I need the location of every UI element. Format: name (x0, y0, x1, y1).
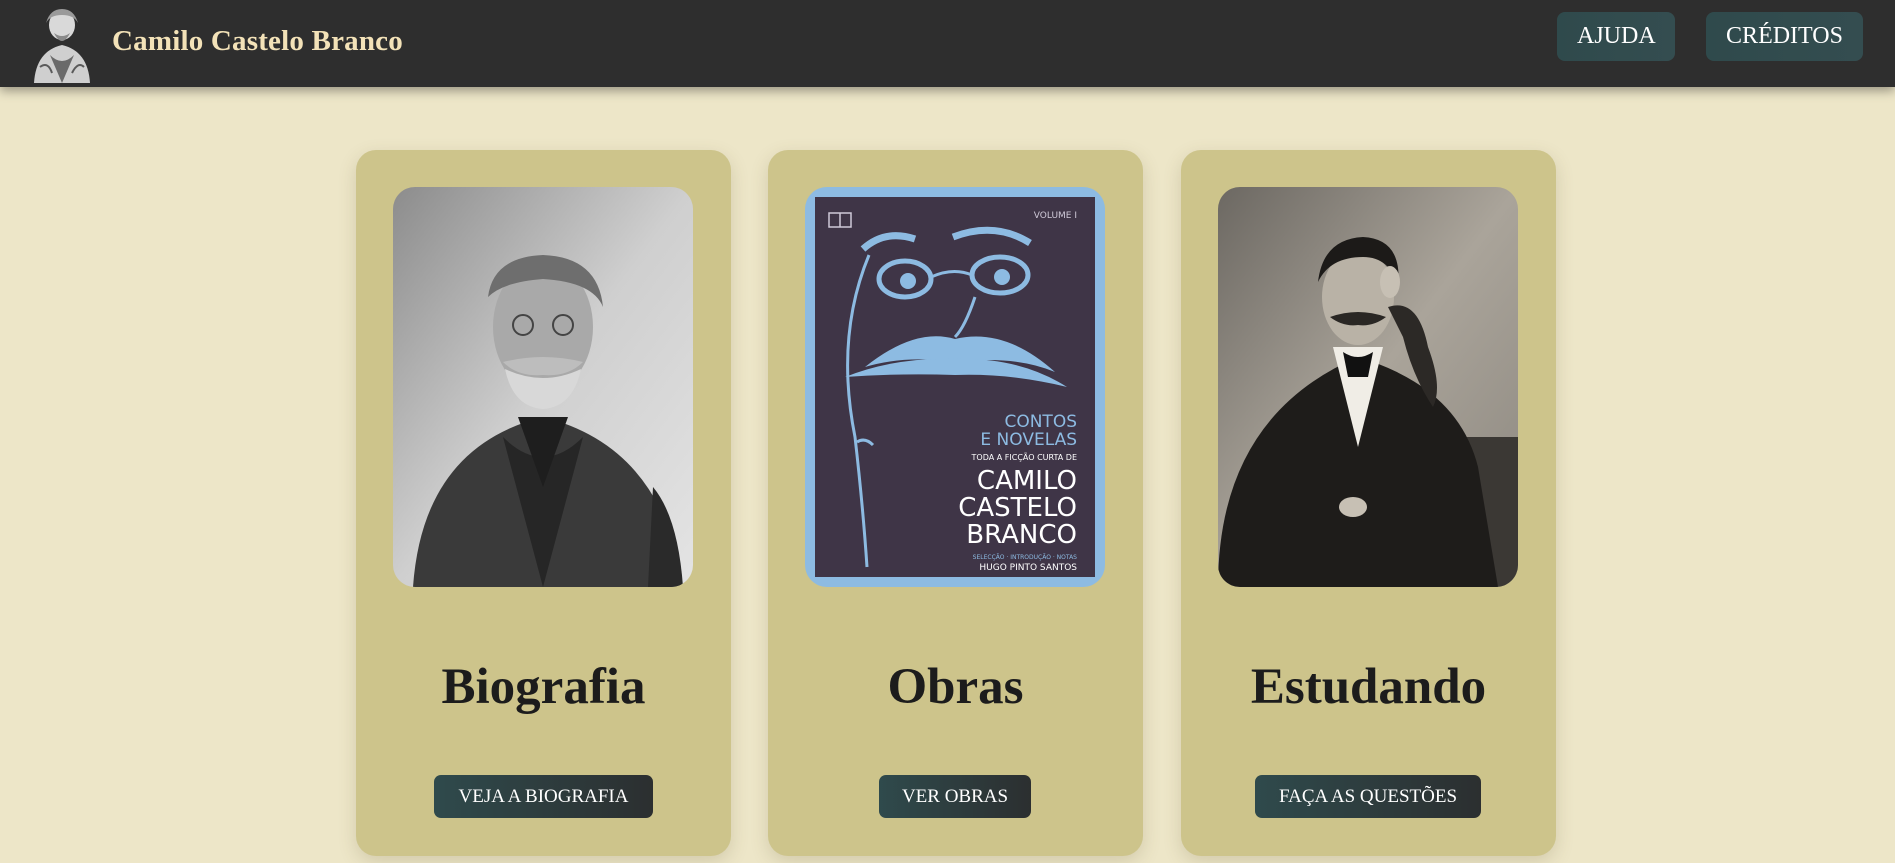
cover-credits: SELECÇÃO · INTRODUÇÃO · NOTAS (973, 554, 1078, 561)
cover-volume: VOLUME I (1034, 211, 1077, 221)
credits-button[interactable]: CRÉDITOS (1706, 12, 1863, 61)
cover-author-line2: CASTELO (958, 493, 1077, 523)
study-card: Estudando FAÇA AS QUESTÕES (1181, 150, 1556, 856)
view-biography-button[interactable]: VEJA A BIOGRAFIA (434, 775, 653, 818)
cover-title-line1: CONTOS (1004, 412, 1077, 432)
biography-card: Biografia VEJA A BIOGRAFIA (356, 150, 731, 856)
top-navbar: Camilo Castelo Branco AJUDA CRÉDITOS (0, 0, 1895, 87)
cover-author-line3: BRANCO (966, 520, 1077, 550)
cover-title-line2: E NOVELAS (980, 430, 1077, 450)
author-seated-elderly-photo (393, 187, 693, 587)
cover-author-line1: CAMILO (977, 466, 1077, 496)
card-title: Estudando (1250, 659, 1487, 715)
book-cover: VOLUME I CONTOS E NOVELAS TODA A FICÇÃO … (805, 187, 1105, 587)
works-card: VOLUME I CONTOS E NOVELAS TODA A FICÇÃO … (768, 150, 1143, 856)
author-young-portrait-photo (1218, 187, 1518, 587)
card-title: Obras (887, 659, 1024, 715)
view-works-button[interactable]: VER OBRAS (879, 775, 1031, 818)
help-button[interactable]: AJUDA (1557, 12, 1675, 61)
cover-editor: HUGO PINTO SANTOS (979, 563, 1077, 573)
card-title: Biografia (441, 659, 646, 715)
take-quiz-button[interactable]: FAÇA AS QUESTÕES (1255, 775, 1481, 818)
cover-subtitle: TODA A FICÇÃO CURTA DE (971, 452, 1077, 462)
author-portrait-icon[interactable] (28, 3, 96, 83)
site-title[interactable]: Camilo Castelo Branco (112, 25, 403, 58)
